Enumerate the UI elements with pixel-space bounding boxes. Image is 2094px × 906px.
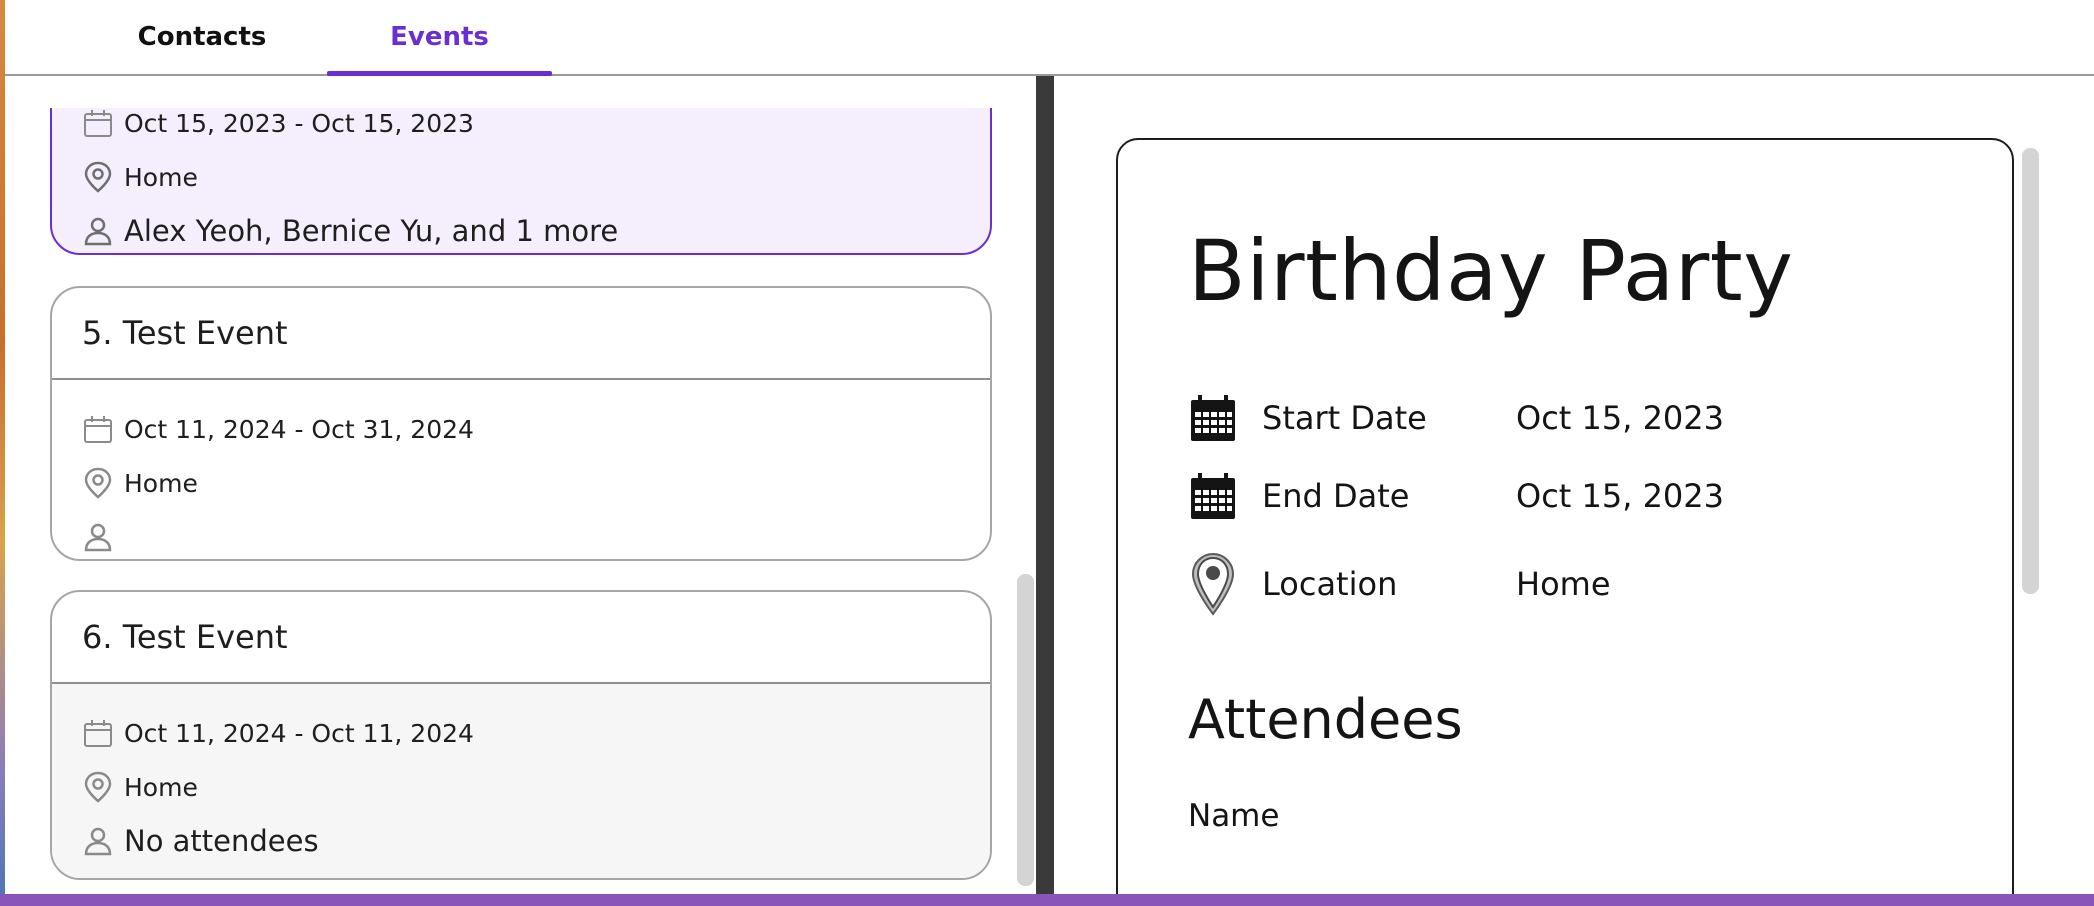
- location-pin-icon: [1188, 551, 1238, 617]
- attendees-name-header: Name: [1188, 798, 1280, 834]
- event-location-row: Home: [82, 456, 990, 510]
- location-pin-icon: [82, 771, 114, 803]
- list-scrollbar[interactable]: [1017, 574, 1034, 886]
- location-label: Location: [1262, 565, 1398, 603]
- location-value: Home: [1516, 565, 1611, 603]
- event-detail-card: Birthday Party Start Date Oct 15, 2023 E…: [1116, 138, 2014, 894]
- event-detail-pane: Birthday Party Start Date Oct 15, 2023 E…: [1054, 76, 2094, 894]
- event-location-row: Home: [82, 150, 990, 204]
- calendar-icon: [82, 108, 114, 139]
- event-dates: Oct 11, 2024 - Oct 11, 2024: [124, 718, 474, 748]
- end-date-row: End Date Oct 15, 2023: [1188, 466, 1948, 526]
- calendar-icon: [1188, 390, 1238, 446]
- event-card-title: 6. Test Event: [52, 592, 990, 684]
- calendar-icon: [82, 413, 114, 445]
- event-location: Home: [124, 162, 198, 192]
- location-pin-icon: [82, 467, 114, 499]
- start-date-row: Start Date Oct 15, 2023: [1188, 388, 1948, 448]
- event-card-body: Oct 11, 2024 - Oct 11, 2024 Home No atte…: [52, 684, 990, 878]
- event-card-body: Oct 11, 2024 - Oct 31, 2024 Home: [52, 380, 990, 559]
- event-date-row: Oct 11, 2024 - Oct 31, 2024: [82, 402, 990, 456]
- calendar-icon: [1188, 468, 1238, 524]
- event-location: Home: [124, 772, 198, 802]
- event-location: Home: [124, 468, 198, 498]
- tab-events[interactable]: Events: [327, 0, 552, 76]
- location-row: Location Home: [1188, 550, 1948, 618]
- start-date-value: Oct 15, 2023: [1516, 399, 1724, 437]
- event-card-body: Oct 15, 2023 - Oct 15, 2023 Home Alex Ye…: [52, 108, 990, 253]
- event-attendees-row: No attendees: [82, 814, 990, 868]
- person-icon: [82, 521, 114, 553]
- event-card[interactable]: 5. Test Event Oct 11, 2024 - Oct 31, 202…: [50, 286, 992, 561]
- detail-scrollbar[interactable]: [2022, 148, 2039, 594]
- tab-bar: Contacts Events: [5, 0, 2094, 76]
- start-date-label: Start Date: [1262, 399, 1427, 437]
- event-title: Birthday Party: [1188, 222, 1794, 320]
- tab-contacts[interactable]: Contacts: [92, 0, 312, 74]
- end-date-value: Oct 15, 2023: [1516, 477, 1724, 515]
- person-icon: [82, 825, 114, 857]
- event-dates: Oct 15, 2023 - Oct 15, 2023: [124, 108, 474, 138]
- event-date-row: Oct 11, 2024 - Oct 11, 2024: [82, 706, 990, 760]
- event-card-title: 5. Test Event: [52, 288, 990, 380]
- calendar-icon: [82, 717, 114, 749]
- attendees-heading: Attendees: [1188, 688, 1463, 751]
- event-attendees-row: [82, 510, 990, 559]
- event-dates: Oct 11, 2024 - Oct 31, 2024: [124, 414, 474, 444]
- event-date-row: Oct 15, 2023 - Oct 15, 2023: [82, 108, 990, 150]
- event-card[interactable]: 6. Test Event Oct 11, 2024 - Oct 11, 202…: [50, 590, 992, 880]
- event-attendees: Alex Yeoh, Bernice Yu, and 1 more: [124, 214, 619, 248]
- event-attendees-row: Alex Yeoh, Bernice Yu, and 1 more: [82, 204, 990, 253]
- person-icon: [82, 215, 114, 247]
- bottom-bar: [0, 894, 2094, 906]
- location-pin-icon: [82, 161, 114, 193]
- event-location-row: Home: [82, 760, 990, 814]
- end-date-label: End Date: [1262, 477, 1410, 515]
- event-list-pane[interactable]: Oct 15, 2023 - Oct 15, 2023 Home Alex Ye…: [5, 108, 1036, 893]
- event-attendees: No attendees: [124, 824, 319, 858]
- pane-splitter[interactable]: [1036, 76, 1054, 894]
- event-card-selected[interactable]: Oct 15, 2023 - Oct 15, 2023 Home Alex Ye…: [50, 108, 992, 255]
